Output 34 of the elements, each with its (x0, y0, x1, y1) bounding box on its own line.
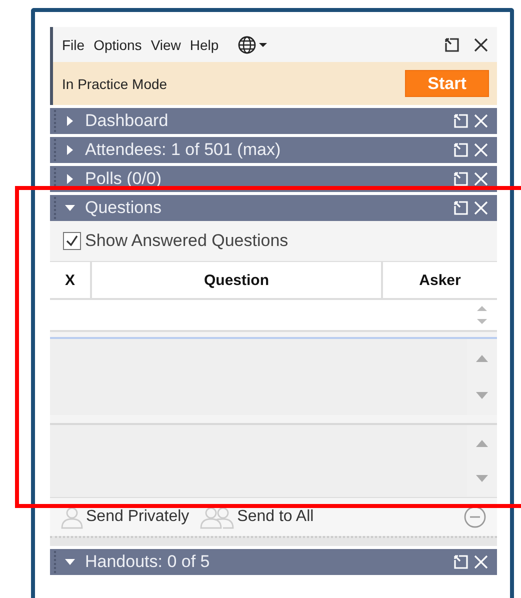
panel-header[interactable]: Attendees: 1 of 501 (max) (50, 137, 497, 163)
panel-header[interactable]: Dashboard (50, 108, 497, 134)
minus-circle-icon[interactable] (463, 505, 487, 529)
panel-title: Dashboard (85, 111, 170, 131)
column-header[interactable]: Asker (383, 262, 497, 298)
globe-icon[interactable] (238, 36, 268, 54)
resize-handle[interactable] (50, 536, 497, 546)
panel-header[interactable]: Questions (50, 195, 497, 221)
close-icon[interactable] (473, 36, 489, 52)
expanded-arrow-icon[interactable] (65, 203, 75, 213)
panel-header[interactable]: Handouts: 0 of 5 (50, 549, 497, 575)
checkbox-label: Show Answered Questions (85, 231, 288, 251)
menu-item[interactable]: Help (190, 36, 219, 52)
column-header[interactable]: X (50, 262, 92, 298)
send-button[interactable]: Send to All (199, 505, 314, 529)
checkbox[interactable] (63, 232, 81, 250)
panel-title: Polls (0/0) (85, 169, 163, 189)
person-icon (60, 505, 84, 529)
panel-title: Handouts: 0 of 5 (85, 552, 211, 572)
column-header[interactable]: Question (92, 262, 383, 298)
collapsed-arrow-icon[interactable] (65, 174, 75, 184)
answer-field[interactable] (50, 423, 497, 497)
send-button[interactable]: Send Privately (60, 505, 190, 529)
collapsed-arrow-icon[interactable] (65, 145, 75, 155)
collapsed-arrow-icon[interactable] (65, 116, 75, 126)
expanded-arrow-icon[interactable] (65, 557, 75, 567)
menu-item[interactable]: File (62, 36, 85, 52)
people-icon (199, 505, 236, 529)
mode-label: In Practice Mode (62, 76, 168, 92)
popout-icon[interactable] (444, 36, 460, 52)
menu-item[interactable]: View (150, 36, 181, 52)
menu-item[interactable]: Options (94, 36, 142, 52)
panel-title: Questions (85, 198, 163, 218)
panel-title: Attendees: 1 of 501 (max) (85, 140, 282, 160)
